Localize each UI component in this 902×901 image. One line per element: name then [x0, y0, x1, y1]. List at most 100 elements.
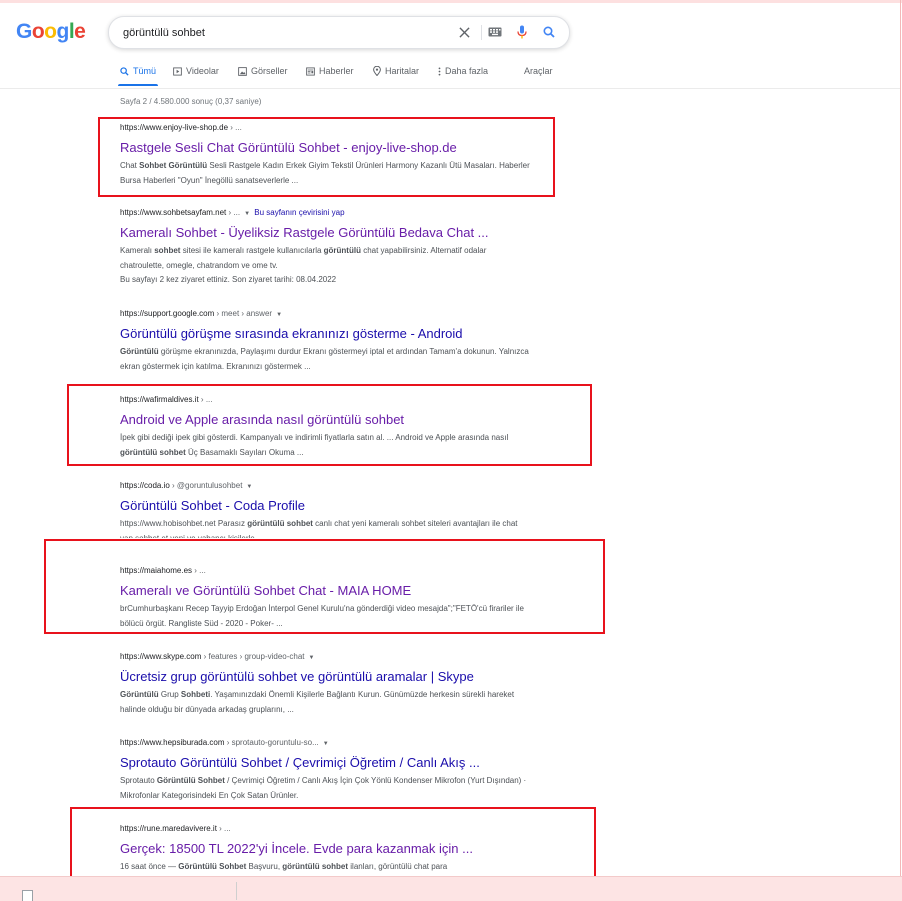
result-title-link[interactable]: Görüntülü görüşme sırasında ekranınızı g…: [120, 326, 540, 342]
snippet-highlight: Görüntülü Sohbet: [178, 862, 247, 871]
tab-all[interactable]: Tümü: [120, 66, 156, 76]
result-snippet: Görüntülü görüşme ekranınızda, Paylaşımı…: [120, 345, 530, 374]
tab-more[interactable]: Daha fazla: [438, 66, 488, 76]
document-icon: [22, 890, 33, 901]
map-pin-icon: [373, 66, 381, 76]
snippet-text: Chat: [120, 161, 140, 170]
search-input[interactable]: [121, 23, 445, 43]
result-snippet: Kameralı sohbet sitesi ile kameralı rast…: [120, 244, 530, 273]
url-text: https://www.enjoy-live-shop.de: [120, 123, 229, 132]
snippet-highlight: Görüntülü Sohbet: [156, 776, 225, 785]
result-title-link[interactable]: Kameralı ve Görüntülü Sohbet Chat - MAIA…: [120, 583, 540, 599]
result-snippet: Görüntülü Grup Sohbeti. Yaşamınızdaki Ön…: [120, 688, 530, 717]
snippet-text: ilanları, görüntülü chat para: [348, 862, 448, 871]
result-title-link[interactable]: Görüntülü Sohbet - Coda Profile: [120, 498, 540, 514]
search-result: https://coda.io › @goruntulusohbet ▼ Görü…: [120, 480, 540, 538]
snippet-text: Grup: [158, 690, 181, 699]
snippet-text: Sprotauto: [120, 776, 157, 785]
tab-news[interactable]: Haberler: [306, 66, 354, 76]
url-breadcrumb: › ...: [226, 208, 241, 217]
snippet-highlight: Sohbeti: [180, 690, 211, 699]
result-url[interactable]: https://wafirmaldives.it › ...: [120, 394, 540, 406]
search-result: https://rune.maredavivere.it › ... Gerçe…: [120, 823, 540, 875]
result-snippet: Chat Sohbet Görüntülü Sesli Rastgele Kad…: [120, 159, 530, 188]
url-text: https://support.google.com: [120, 309, 215, 318]
url-breadcrumb: › ...: [198, 395, 213, 404]
result-url[interactable]: https://maiahome.es › ...: [120, 565, 540, 577]
search-divider: [481, 25, 482, 40]
result-title-link[interactable]: Gerçek: 18500 TL 2022'yi İncele. Evde pa…: [120, 841, 540, 857]
url-breadcrumb: › features › group-video-chat: [201, 652, 305, 661]
translate-page-link[interactable]: Bu sayfanın çevirisini yap: [254, 208, 344, 217]
url-text: https://www.hepsiburada.com: [120, 738, 225, 747]
url-breadcrumb: › ...: [192, 566, 206, 575]
tab-maps[interactable]: Haritalar: [373, 66, 419, 76]
search-box: [108, 16, 570, 49]
result-snippet: Sprotauto Görüntülü Sohbet / Çevrimiçi Ö…: [120, 774, 530, 803]
result-url[interactable]: https://www.skype.com › features › group…: [120, 651, 540, 663]
microphone-icon[interactable]: [513, 23, 531, 41]
tab-videos[interactable]: Videolar: [173, 66, 219, 76]
snippet-highlight: görüntülü sohbet: [247, 519, 313, 528]
url-text: https://www.skype.com: [120, 652, 202, 661]
snippet-text: brCumhurbaşkanı Recep Tayyip Erdoğan İnt…: [120, 604, 524, 628]
chevron-down-icon[interactable]: ▼: [323, 741, 329, 747]
snippet-highlight: Görüntülü: [120, 347, 159, 356]
snippet-text: görüşme ekranınızda, Paylaşımı durdur Ek…: [120, 347, 529, 371]
result-title-link[interactable]: Kameralı Sohbet - Üyeliksiz Rastgele Gör…: [120, 225, 540, 241]
url-text: https://rune.maredavivere.it: [120, 824, 217, 833]
search-result: https://www.sohbetsayfam.net › ... ▼ Bu s…: [120, 207, 540, 287]
tools-label: Araçlar: [524, 66, 553, 76]
result-url[interactable]: https://support.google.com › meet › answ…: [120, 308, 540, 320]
url-breadcrumb: › @goruntulusohbet: [169, 481, 243, 490]
top-strip: [0, 0, 902, 3]
tab-label: Videolar: [186, 66, 219, 76]
url-text: https://maiahome.es: [120, 566, 193, 575]
keyboard-icon[interactable]: [486, 23, 504, 41]
tools-button[interactable]: Araçlar: [524, 66, 553, 76]
url-text: https://www.sohbetsayfam.net: [120, 208, 227, 217]
search-icon: [120, 66, 129, 76]
result-title-link[interactable]: Sprotauto Görüntülü Sohbet / Çevrimiçi Ö…: [120, 755, 540, 771]
tab-label: Haberler: [319, 66, 354, 76]
tab-label: Görseller: [251, 66, 288, 76]
snippet-highlight: sohbet: [154, 246, 181, 255]
search-icon[interactable]: [540, 23, 558, 41]
search-result: https://www.skype.com › features › group…: [120, 651, 540, 717]
clear-icon[interactable]: [455, 23, 473, 41]
tab-images[interactable]: Görseller: [238, 66, 288, 76]
chevron-down-icon[interactable]: ▼: [244, 211, 250, 217]
google-logo[interactable]: Google: [16, 20, 86, 44]
snippet-text: https://www.hobisohbet.net Parasız: [120, 519, 248, 528]
search-result: https://support.google.com › meet › answ…: [120, 308, 540, 374]
snippet-text: İpek gibi dediği ipek gibi gösterdi. Kam…: [120, 433, 509, 442]
result-title-link[interactable]: Ücretsiz grup görüntülü sohbet ve görünt…: [120, 669, 540, 685]
url-text: https://coda.io: [120, 481, 170, 490]
header-divider: [0, 88, 900, 89]
snippet-text: 16 saat önce —: [120, 862, 179, 871]
url-breadcrumb: › ...: [216, 824, 231, 833]
result-url[interactable]: https://coda.io › @goruntulusohbet ▼: [120, 480, 540, 492]
snippet-text: sitesi ile kameralı rastgele kullanıcıla…: [180, 246, 324, 255]
snippet-highlight: Sohbet Görüntülü: [139, 161, 208, 170]
result-title-link[interactable]: Android ve Apple arasında nasıl görüntül…: [120, 412, 540, 428]
result-url[interactable]: https://www.enjoy-live-shop.de › ...: [120, 122, 540, 134]
video-icon: [173, 66, 182, 76]
chevron-down-icon[interactable]: ▼: [276, 312, 282, 318]
result-url[interactable]: https://www.hepsiburada.com › sprotauto-…: [120, 737, 540, 749]
url-breadcrumb: › sprotauto-goruntulu-so...: [224, 738, 319, 747]
snippet-highlight: Görüntülü: [120, 690, 159, 699]
snippet-highlight: görüntülü: [323, 246, 361, 255]
result-url[interactable]: https://www.sohbetsayfam.net › ... ▼ Bu s…: [120, 207, 540, 219]
chevron-down-icon[interactable]: ▼: [246, 484, 252, 490]
search-result: https://www.enjoy-live-shop.de › ... Ras…: [120, 122, 540, 188]
chevron-down-icon[interactable]: ▼: [309, 655, 315, 661]
result-title-link[interactable]: Rastgele Sesli Chat Görüntülü Sohbet - e…: [120, 140, 540, 156]
result-url[interactable]: https://rune.maredavivere.it › ...: [120, 823, 540, 835]
url-breadcrumb: › meet › answer: [214, 309, 273, 318]
page-edge-rule: [900, 0, 901, 900]
result-snippet: brCumhurbaşkanı Recep Tayyip Erdoğan İnt…: [120, 602, 530, 631]
tab-label: Tümü: [133, 66, 157, 76]
result-snippet: 16 saat önce — Görüntülü Sohbet Başvuru,…: [120, 860, 530, 875]
bottom-band: [0, 876, 902, 901]
